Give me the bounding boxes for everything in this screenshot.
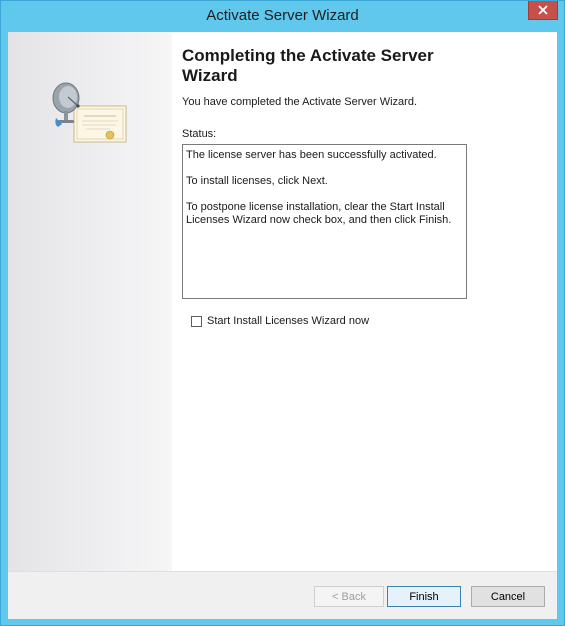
status-label: Status: xyxy=(182,128,217,140)
status-line-activated: The license server has been successfully… xyxy=(186,149,437,161)
finish-button[interactable]: Finish xyxy=(387,586,461,607)
wizard-footer: < Back Finish Cancel xyxy=(8,571,557,619)
start-install-licenses-checkbox[interactable] xyxy=(191,315,202,327)
start-install-licenses-option[interactable]: Start Install Licenses Wizard now xyxy=(191,315,369,327)
status-textbox[interactable]: The license server has been successfully… xyxy=(182,144,467,299)
title-bar[interactable]: Activate Server Wizard xyxy=(1,1,564,32)
completion-message: You have completed the Activate Server W… xyxy=(182,96,417,108)
status-line-install: To install licenses, click Next. xyxy=(186,175,328,187)
satellite-certificate-icon xyxy=(52,82,127,143)
page-title: Completing the Activate Server Wizard xyxy=(182,46,434,85)
wizard-client-area: Completing the Activate Server Wizard Yo… xyxy=(8,32,557,619)
cancel-button[interactable]: Cancel xyxy=(471,586,545,607)
wizard-side-panel xyxy=(8,32,172,571)
wizard-window: Activate Server Wizard Completing the Ac… xyxy=(0,0,565,626)
window-title: Activate Server Wizard xyxy=(206,7,359,24)
close-icon xyxy=(538,5,548,15)
status-line-postpone: To postpone license installation, clear … xyxy=(186,201,452,226)
close-button[interactable] xyxy=(528,1,558,20)
back-button[interactable]: < Back xyxy=(314,586,384,607)
start-install-licenses-label[interactable]: Start Install Licenses Wizard now xyxy=(207,315,369,327)
